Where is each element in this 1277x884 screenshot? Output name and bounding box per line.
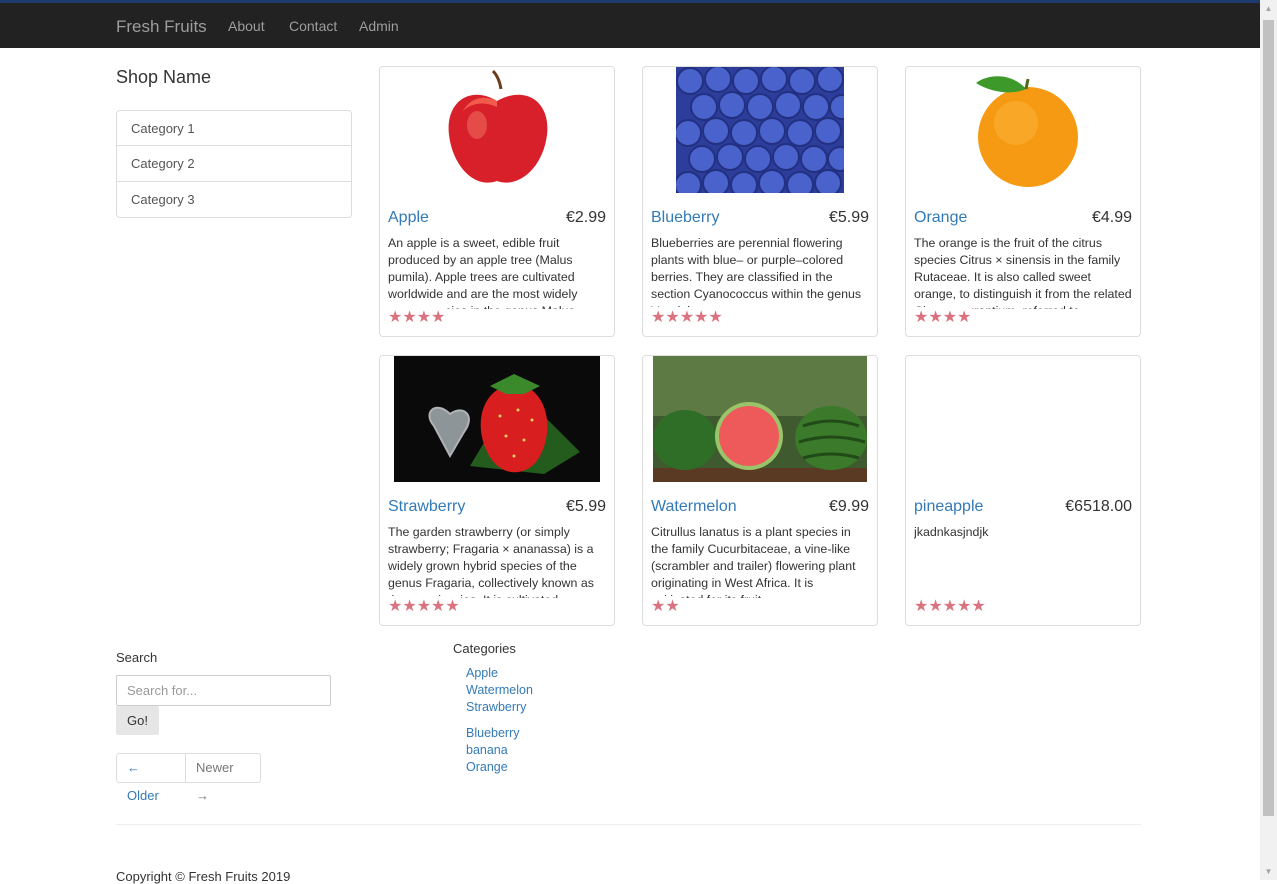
product-card-blueberry: Blueberry €5.99 Blueberries are perennia… [642,66,878,337]
page-scrollbar[interactable]: ▲ ▼ [1260,0,1277,880]
star-icon: ★★★★ [388,307,446,327]
go-button[interactable]: Go! [116,706,159,735]
older-button[interactable]: ← Older [116,753,186,803]
footer-category-link[interactable]: Orange [466,760,508,774]
star-icon: ★★★★ [914,307,972,327]
product-description: The orange is the fruit of the citrus sp… [914,236,1132,309]
product-description: jkadnkasjndjk [914,525,989,539]
search-label: Search [116,650,158,665]
product-name-link[interactable]: Watermelon [651,498,737,516]
product-card-apple: Apple €2.99 An apple is a sweet, edible … [379,66,615,337]
product-price: €2.99 [565,209,606,226]
scrollbar-thumb[interactable] [1263,20,1274,816]
strawberry-image[interactable] [394,356,600,482]
product-description: The garden strawberry (or simply strawbe… [388,525,594,598]
product-image-placeholder[interactable] [906,356,1140,482]
product-price: €9.99 [828,498,869,515]
product-card-orange: Orange €4.99 The orange is the fruit of … [905,66,1141,337]
navbar: Fresh Fruits About Contact Admin [0,0,1260,48]
product-card-watermelon: Watermelon €9.99 Citrullus lanatus is a … [642,355,878,626]
blueberry-image[interactable] [676,67,844,193]
footer-category-link[interactable]: banana [466,743,508,757]
search-input[interactable] [116,675,331,706]
category-item-3[interactable]: Category 3 [116,182,352,218]
product-description: An apple is a sweet, edible fruit produc… [388,236,578,309]
newer-button[interactable]: Newer → [185,753,261,803]
footer-category-link[interactable]: Strawberry [466,700,526,714]
product-price: €5.99 [565,498,606,515]
product-description: Citrullus lanatus is a plant species in … [651,525,856,598]
shop-name-heading: Shop Name [116,67,212,87]
category-item-1[interactable]: Category 1 [116,110,352,146]
orange-image[interactable] [966,67,1082,193]
product-price: €5.99 [828,209,869,226]
product-card-pineapple: pineapple €6518.00 jkadnkasjndjk ★★★★★ [905,355,1141,626]
category-list: Category 1 Category 2 Category 3 [116,110,352,218]
star-icon: ★★★★★ [388,596,460,616]
product-name-link[interactable]: pineapple [914,498,983,516]
brand-link[interactable]: Fresh Fruits [116,17,207,37]
scroll-down-arrow-icon[interactable]: ▼ [1260,863,1277,880]
categories-heading: Categories [453,641,516,656]
product-name-link[interactable]: Apple [388,209,429,227]
product-price: €4.99 [1091,209,1132,226]
category-item-2[interactable]: Category 2 [116,146,352,182]
footer-category-link[interactable]: Watermelon [466,683,533,697]
product-description: Blueberries are perennial flowering plan… [651,236,862,309]
nav-contact-link[interactable]: Contact [289,18,337,34]
nav-admin-link[interactable]: Admin [359,18,399,34]
footer-category-link[interactable]: Apple [466,666,498,680]
footer-category-link[interactable]: Blueberry [466,726,520,740]
product-name-link[interactable]: Strawberry [388,498,465,516]
star-icon: ★★ [651,596,680,616]
product-price: €6518.00 [1065,498,1132,515]
star-icon: ★★★★★ [914,596,986,616]
product-name-link[interactable]: Blueberry [651,209,719,227]
star-icon: ★★★★★ [651,307,723,327]
watermelon-image[interactable] [653,356,867,482]
product-name-link[interactable]: Orange [914,209,967,227]
scroll-up-arrow-icon[interactable]: ▲ [1260,0,1277,17]
footer-divider [116,824,1141,825]
product-card-strawberry: Strawberry €5.99 The garden strawberry (… [379,355,615,626]
copyright-text: Copyright © Fresh Fruits 2019 [116,869,291,884]
nav-about-link[interactable]: About [228,18,265,34]
apple-image[interactable] [441,67,553,193]
